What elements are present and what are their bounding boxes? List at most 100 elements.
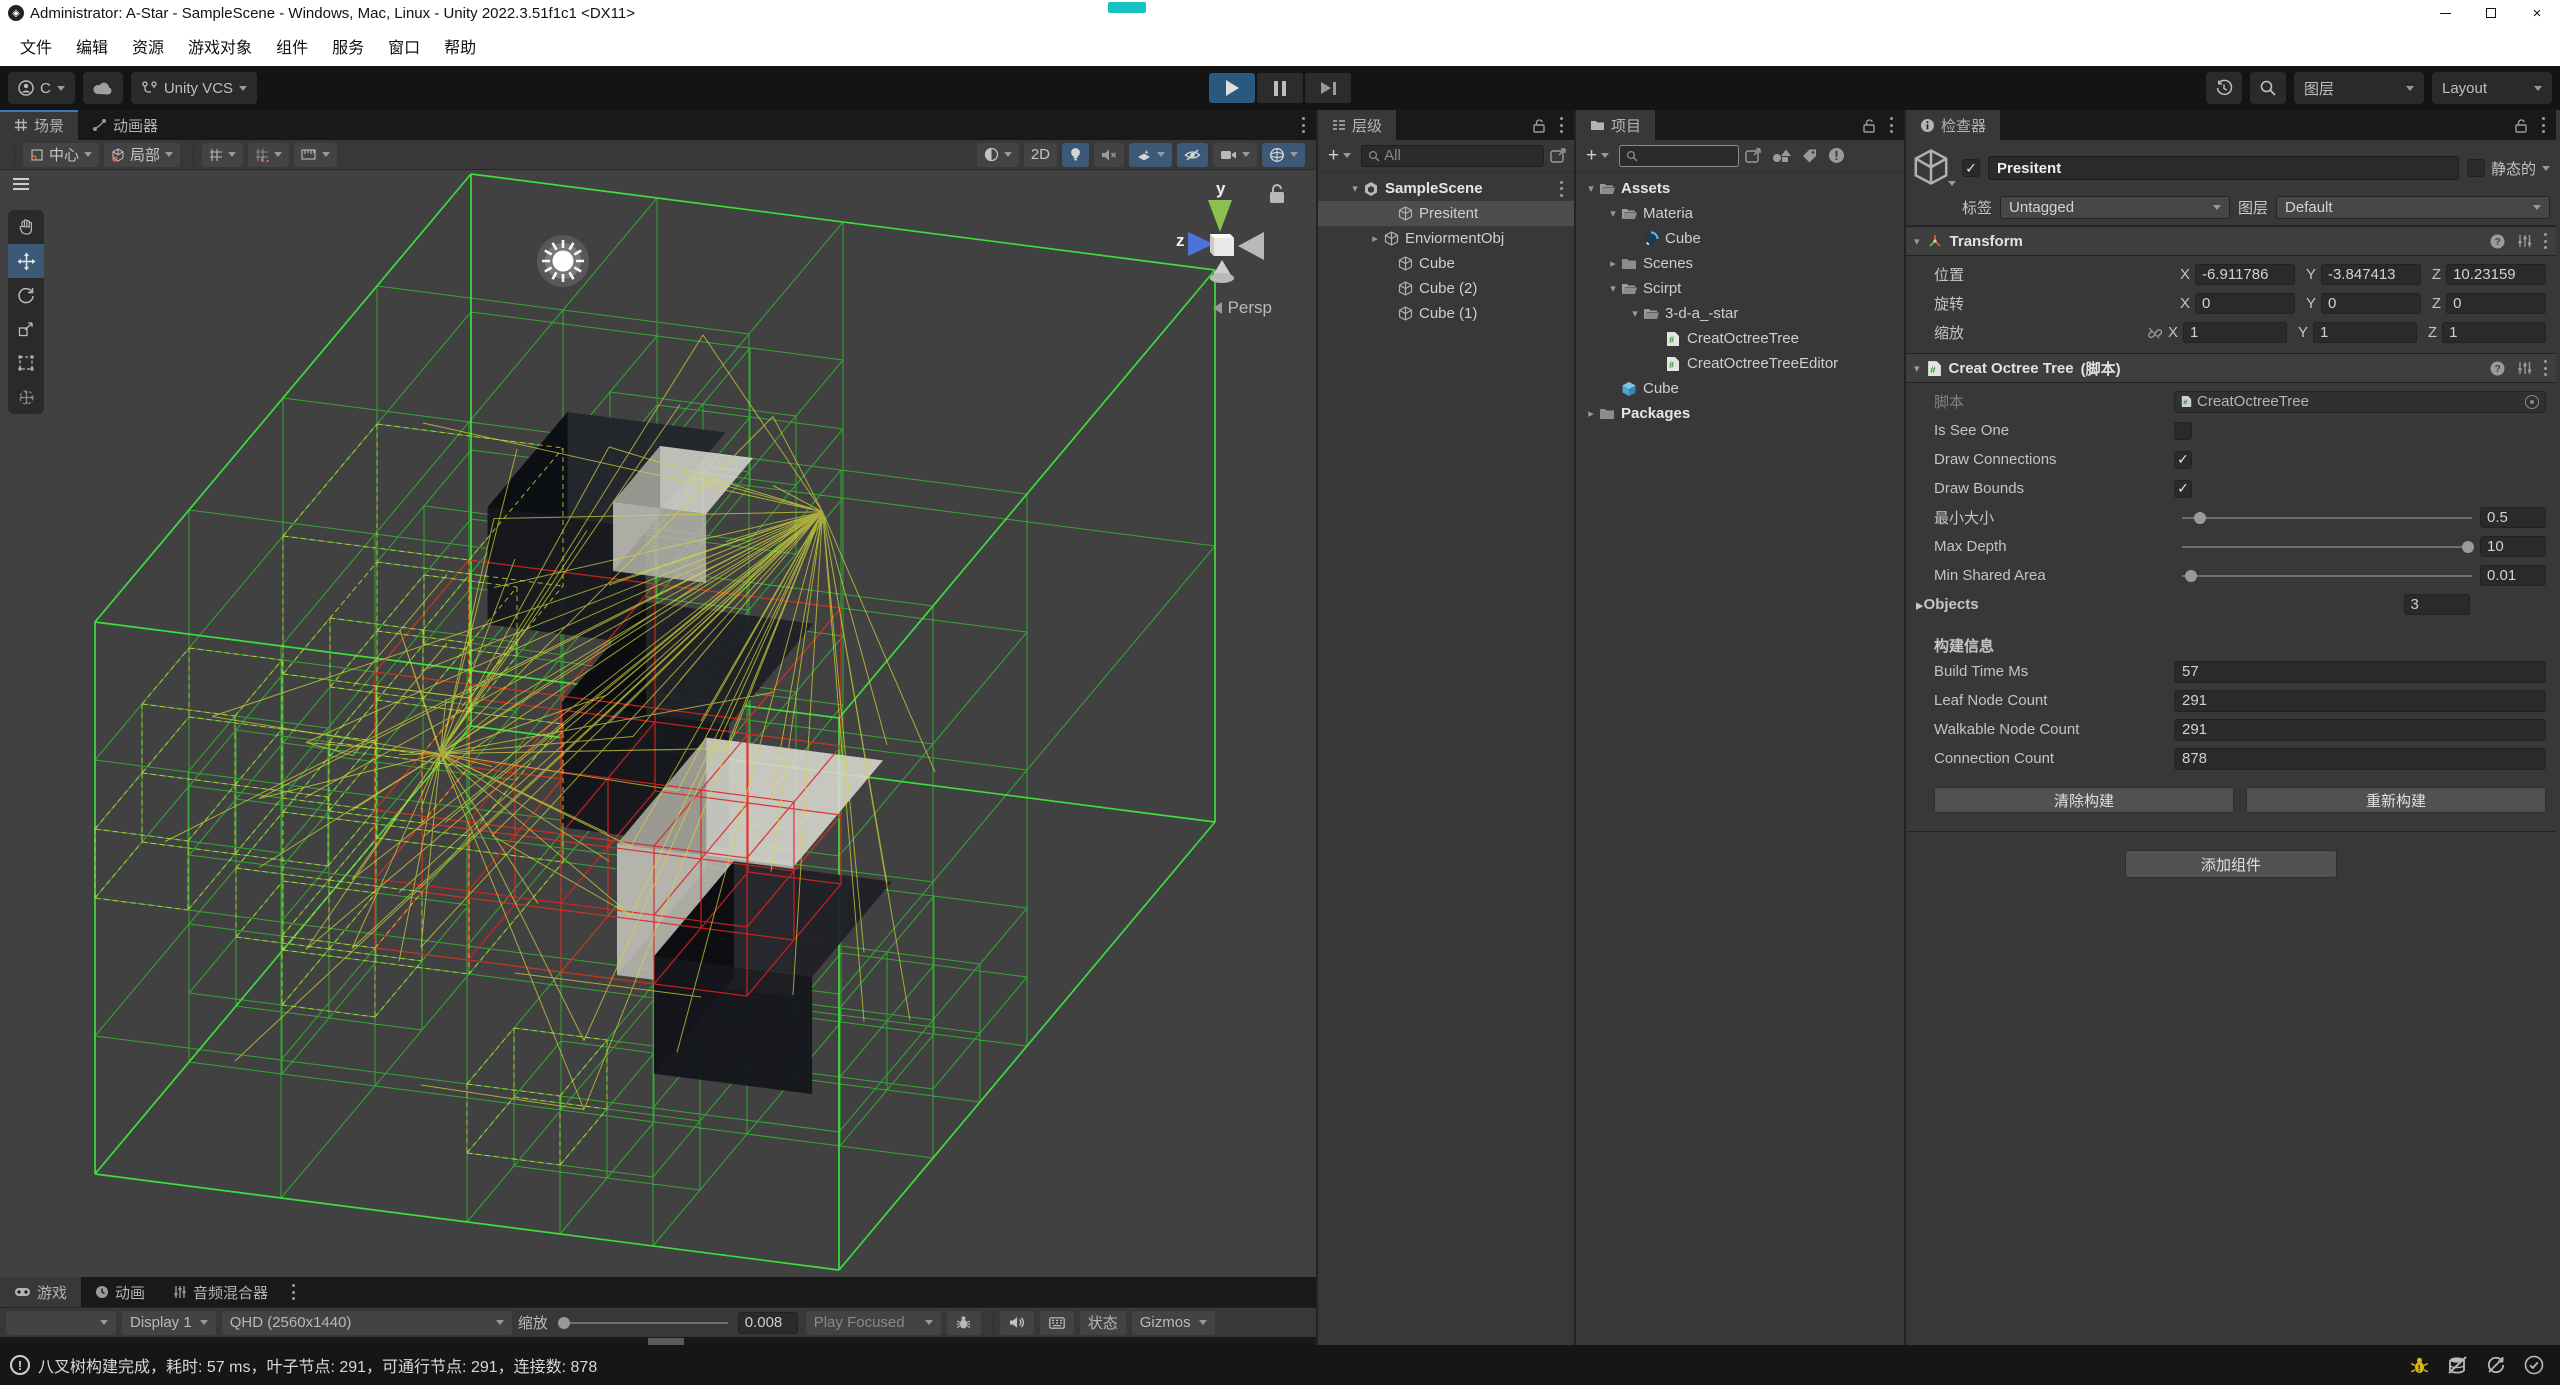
- draw-bounds-checkbox[interactable]: ✓: [2174, 480, 2192, 498]
- rebuild-button[interactable]: 重新构建: [2246, 787, 2546, 813]
- lighting-toggle[interactable]: [1062, 143, 1089, 167]
- active-checkbox[interactable]: ✓: [1962, 159, 1980, 177]
- project-row-assets[interactable]: ▾ Assets: [1576, 176, 1904, 201]
- foldout-arrow[interactable]: ▾: [1628, 307, 1642, 320]
- position-y-field[interactable]: -3.847413: [2321, 264, 2421, 285]
- add-component-button[interactable]: 添加组件: [2125, 850, 2337, 878]
- project-row-material-cube[interactable]: Cube: [1576, 226, 1904, 251]
- min-shared-area-slider[interactable]: [2182, 575, 2472, 577]
- progress-ok-icon[interactable]: [2524, 1355, 2544, 1375]
- scale-x-field[interactable]: 1: [2183, 322, 2287, 343]
- menu-file[interactable]: 文件: [10, 30, 62, 62]
- scene-row-menu[interactable]: [1560, 181, 1564, 197]
- transform-menu[interactable]: [2544, 233, 2548, 249]
- tool-settings-dropdown[interactable]: [294, 143, 337, 167]
- close-button[interactable]: ×: [2514, 0, 2560, 26]
- rotate-tool[interactable]: [8, 278, 44, 312]
- hierarchy-row-cube-2[interactable]: Cube (2): [1318, 276, 1574, 301]
- scene-viewport[interactable]: y z: [0, 170, 1316, 1277]
- gizmo-x-cone[interactable]: [1238, 232, 1264, 260]
- project-row-packages[interactable]: ▸ Packages: [1576, 401, 1904, 426]
- hierarchy-row-cube-1[interactable]: Cube (1): [1318, 301, 1574, 326]
- tab-game[interactable]: 游戏: [0, 1277, 81, 1307]
- help-icon[interactable]: ?: [2490, 361, 2505, 376]
- build-time-field[interactable]: 57: [2174, 661, 2546, 683]
- audio-toggle[interactable]: [1094, 143, 1124, 167]
- open-in-window-icon[interactable]: [1745, 148, 1763, 164]
- project-search-input[interactable]: [1619, 145, 1739, 167]
- hierarchy-row-cube[interactable]: Cube: [1318, 251, 1574, 276]
- pause-button[interactable]: [1257, 73, 1303, 103]
- objects-count-field[interactable]: 3: [2404, 594, 2470, 615]
- tab-animator[interactable]: 动画器: [78, 110, 172, 140]
- project-row-materia[interactable]: ▾ Materia: [1576, 201, 1904, 226]
- game-view-dropdown[interactable]: [6, 1311, 116, 1335]
- unity-vcs-button[interactable]: Unity VCS: [131, 72, 257, 104]
- gameobject-icon-button[interactable]: [1912, 148, 1954, 188]
- account-button[interactable]: C: [8, 72, 75, 104]
- scene-panel-menu[interactable]: [1302, 117, 1306, 133]
- rotation-x-field[interactable]: 0: [2195, 293, 2295, 314]
- minimize-button[interactable]: [2422, 0, 2468, 26]
- project-row-prefab-cube[interactable]: Cube: [1576, 376, 1904, 401]
- foldout-arrow[interactable]: ▸: [1368, 232, 1382, 245]
- play-focused-dropdown[interactable]: Play Focused: [806, 1311, 941, 1335]
- hidden-objects-toggle[interactable]: [1177, 143, 1208, 167]
- layout-dropdown[interactable]: Layout: [2432, 72, 2552, 104]
- frame-debugger-button[interactable]: [947, 1311, 981, 1335]
- foldout-arrow[interactable]: ▸: [1584, 407, 1598, 420]
- menu-window[interactable]: 窗口: [378, 30, 430, 62]
- leaf-node-count-field[interactable]: 291: [2174, 690, 2546, 712]
- project-row-scirpt[interactable]: ▾ Scirpt: [1576, 276, 1904, 301]
- draw-connections-checkbox[interactable]: ✓: [2174, 451, 2192, 469]
- foldout-arrow[interactable]: ▾: [1584, 182, 1598, 195]
- octree-component-menu[interactable]: [2544, 360, 2548, 376]
- lock-open-icon[interactable]: [1532, 118, 1546, 133]
- step-button[interactable]: [1305, 73, 1351, 103]
- object-picker-icon[interactable]: [2525, 395, 2539, 409]
- min-size-slider[interactable]: [2182, 517, 2472, 519]
- menu-component[interactable]: 组件: [266, 30, 318, 62]
- 2d-toggle[interactable]: 2D: [1024, 143, 1057, 167]
- search-button[interactable]: [2250, 72, 2286, 104]
- max-depth-slider[interactable]: [2182, 546, 2472, 548]
- presets-icon[interactable]: [2517, 361, 2532, 375]
- auto-refresh-disabled-icon[interactable]: [2486, 1355, 2506, 1375]
- open-in-window-icon[interactable]: [1550, 148, 1568, 164]
- scale-value-field[interactable]: 0.008: [738, 1312, 798, 1334]
- scale-z-field[interactable]: 1: [2442, 322, 2546, 343]
- link-broken-icon[interactable]: [2146, 325, 2162, 341]
- orientation-gizmo[interactable]: y z: [1148, 176, 1298, 346]
- game-gizmos-dropdown[interactable]: Gizmos: [1132, 1311, 1215, 1335]
- max-depth-value-field[interactable]: 10: [2480, 536, 2546, 557]
- lock-open-icon[interactable]: [1862, 118, 1876, 133]
- tag-dropdown[interactable]: Untagged: [2000, 196, 2230, 219]
- cloud-button[interactable]: [83, 72, 123, 104]
- layer-dropdown[interactable]: Default: [2276, 196, 2550, 219]
- tab-project[interactable]: 项目: [1576, 110, 1655, 140]
- play-button[interactable]: [1209, 73, 1255, 103]
- stats-toggle[interactable]: 状态: [1080, 1311, 1126, 1335]
- scale-tool[interactable]: [8, 312, 44, 346]
- view-tool[interactable]: [8, 210, 44, 244]
- script-object-field[interactable]: # CreatOctreeTree: [2174, 391, 2546, 413]
- menu-gameobject[interactable]: 游戏对象: [178, 30, 262, 62]
- cache-server-disconnected-icon[interactable]: [2447, 1356, 2468, 1375]
- space-mode-dropdown[interactable]: 局部: [104, 143, 180, 167]
- connection-count-field[interactable]: 878: [2174, 748, 2546, 770]
- walkable-node-count-field[interactable]: 291: [2174, 719, 2546, 741]
- min-shared-area-value-field[interactable]: 0.01: [2480, 565, 2546, 586]
- min-size-value-field[interactable]: 0.5: [2480, 507, 2546, 528]
- menu-edit[interactable]: 编辑: [66, 30, 118, 62]
- vsync-button[interactable]: [1040, 1311, 1074, 1335]
- hierarchy-row-presitent[interactable]: Presitent: [1318, 201, 1574, 226]
- grid-snap-toggle[interactable]: [202, 143, 243, 167]
- scale-y-field[interactable]: 1: [2313, 322, 2417, 343]
- tab-scene[interactable]: 场景: [0, 110, 78, 140]
- menu-services[interactable]: 服务: [322, 30, 374, 62]
- foldout-arrow[interactable]: ▾: [1606, 207, 1620, 220]
- gameobject-name-field[interactable]: Presitent: [1988, 156, 2459, 180]
- increment-snap-toggle[interactable]: [248, 143, 289, 167]
- position-z-field[interactable]: 10.23159: [2446, 264, 2546, 285]
- draw-mode-dropdown[interactable]: [977, 143, 1019, 167]
